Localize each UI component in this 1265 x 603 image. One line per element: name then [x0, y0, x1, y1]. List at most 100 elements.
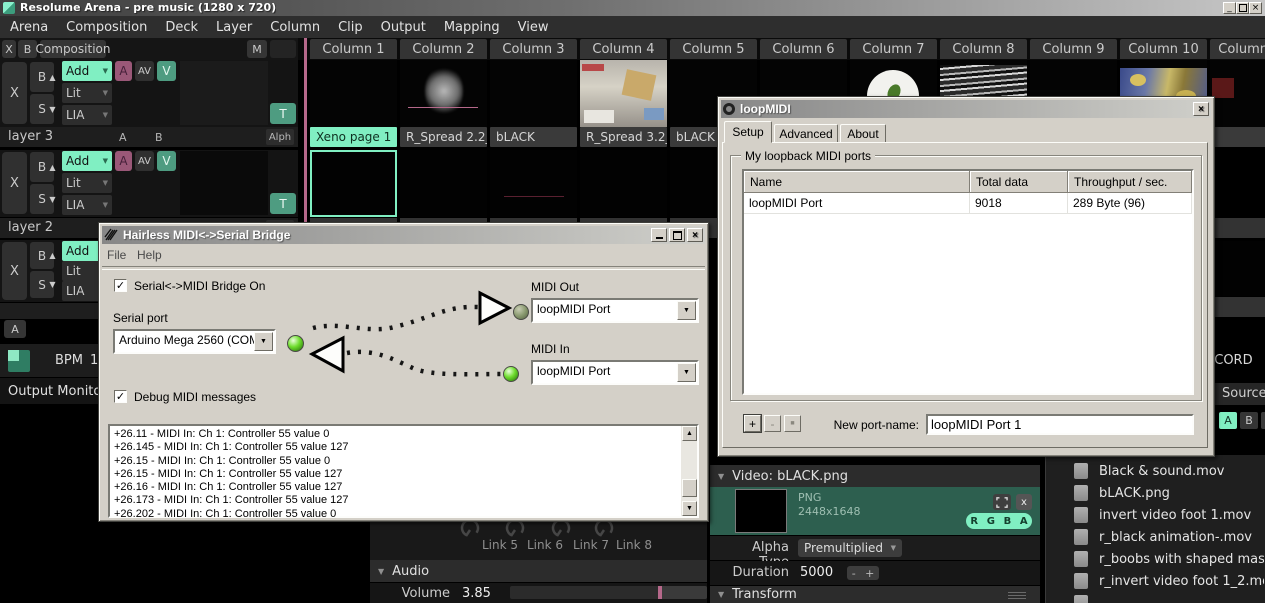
caret-down-icon[interactable]: ▼	[677, 363, 696, 382]
menu-composition[interactable]: Composition	[66, 20, 147, 35]
menu-column[interactable]: Column	[270, 20, 320, 35]
menu-file[interactable]: File	[107, 248, 126, 262]
clip-cell-label[interactable]: Xeno page 1	[310, 127, 397, 147]
menu-clip[interactable]: Clip	[338, 20, 363, 35]
column-header[interactable]: Column 1	[310, 39, 397, 59]
debug-log[interactable]: +26.11 - MIDI In: Ch 1: Controller 55 va…	[108, 424, 699, 518]
duration-value[interactable]: 5000	[800, 565, 833, 580]
bridge-on-checkbox[interactable]: ✓	[114, 279, 127, 292]
fullscreen-icon[interactable]	[993, 494, 1011, 510]
file-item[interactable]: Black & sound.mov	[1074, 460, 1264, 482]
close-x-button[interactable]: x	[1016, 494, 1032, 510]
clip-thumbnail[interactable]	[400, 60, 487, 127]
hairless-titlebar[interactable]: Hairless MIDI<->Serial Bridge ×	[102, 226, 705, 244]
minimize-icon[interactable]: _	[1223, 2, 1236, 14]
tab-advanced[interactable]: Advanced	[774, 124, 838, 143]
duration-stepper[interactable]: - +	[847, 566, 879, 580]
debug-checkbox[interactable]: ✓	[114, 390, 127, 403]
layer-x-button[interactable]: X	[2, 62, 27, 124]
rgba-channel-buttons[interactable]: R G B A	[966, 513, 1032, 529]
channel-b[interactable]: B	[1004, 516, 1012, 527]
clip-cell-label[interactable]	[1210, 127, 1265, 147]
clip-thumbnail[interactable]	[580, 60, 667, 127]
layer-x-button[interactable]: X	[2, 242, 27, 300]
volume-slider-handle[interactable]	[658, 586, 662, 599]
layer-lia-dropdown[interactable]: LIA▼	[62, 105, 112, 125]
alpha-type-dropdown[interactable]: Premultiplied ▼	[798, 539, 902, 557]
table-row[interactable]: loopMIDI Port 9018 289 Byte (96)	[744, 193, 1192, 214]
layer-transition-button[interactable]: T	[270, 103, 296, 124]
clip-cell-label[interactable]: R_Spread 2.2_bl...	[400, 127, 487, 147]
scroll-thumb[interactable]	[682, 479, 697, 497]
clip-cell-label[interactable]	[1210, 297, 1265, 317]
layer-blend-dropdown[interactable]: Add▼	[62, 61, 112, 81]
log-scrollbar[interactable]: ▲ ▼	[681, 426, 697, 516]
comp-x-button[interactable]: X	[2, 40, 16, 58]
file-item[interactable]: r_boobs with shaped mask_1.mov	[1074, 548, 1264, 570]
comp-m-button[interactable]: M	[247, 40, 267, 58]
column-header[interactable]: Column 2	[400, 39, 487, 59]
caret-down-icon[interactable]: ▼	[254, 332, 273, 351]
maximize-icon[interactable]	[669, 228, 685, 242]
layer-up-button[interactable]: ▲	[46, 62, 59, 92]
clip-thumbnail[interactable]	[310, 60, 397, 127]
file-item[interactable]	[1074, 592, 1264, 603]
column-header[interactable]: Column 9	[1030, 39, 1117, 59]
layer-transition-button[interactable]: T	[270, 193, 296, 214]
layer-a-button[interactable]: A	[115, 61, 132, 81]
menu-deck[interactable]: Deck	[165, 20, 198, 35]
crossfader-b-button[interactable]: B	[155, 131, 163, 144]
layer-av-button[interactable]: AV	[135, 61, 154, 81]
menu-output[interactable]: Output	[381, 20, 426, 35]
menu-layer[interactable]: Layer	[216, 20, 252, 35]
clip-slot[interactable]	[1210, 241, 1265, 296]
column-header[interactable]: Column 10	[1120, 39, 1207, 59]
col-throughput[interactable]: Throughput / sec.	[1068, 171, 1192, 193]
menu-help[interactable]: Help	[137, 248, 162, 262]
video-preview-thumbnail[interactable]	[735, 489, 787, 533]
channel-r[interactable]: R	[970, 516, 978, 527]
layer-down-button[interactable]: ▼	[46, 271, 59, 298]
clip-slot[interactable]	[400, 150, 487, 217]
midi-in-dropdown[interactable]: loopMIDI Port ▼	[531, 360, 699, 385]
add-port-button[interactable]: +	[744, 415, 761, 432]
clip-cell-label[interactable]: bLACK	[490, 127, 577, 147]
new-port-input[interactable]	[926, 414, 1194, 435]
tap-tempo-icon[interactable]	[8, 350, 30, 372]
column-header[interactable]: Column 8	[940, 39, 1027, 59]
sources-tab-a[interactable]: A	[1219, 412, 1237, 429]
caret-down-icon[interactable]: ▼	[677, 301, 696, 320]
loopmidi-titlebar[interactable]: loopMIDI ×	[721, 100, 1211, 118]
layer-x-button[interactable]: X	[2, 152, 27, 214]
composition-button[interactable]: Composition	[40, 40, 106, 58]
clip-thumbnail[interactable]	[490, 60, 577, 127]
plus-button[interactable]: +	[865, 567, 874, 580]
alpha-button[interactable]: Alph	[266, 129, 294, 145]
sources-tab-b[interactable]: B	[1240, 412, 1258, 429]
tab-setup[interactable]: Setup	[724, 121, 772, 143]
column-header[interactable]: Column 5	[670, 39, 757, 59]
sources-more-icon[interactable]	[1261, 412, 1265, 429]
transform-section-header[interactable]: ▼ Transform	[710, 586, 1040, 603]
layer-down-button[interactable]: ▼	[46, 94, 59, 124]
menu-view[interactable]: View	[518, 20, 549, 35]
menu-mapping[interactable]: Mapping	[444, 20, 500, 35]
video-section-header[interactable]: ▼ Video: bLACK.png	[710, 465, 1040, 487]
column-header[interactable]: Column 3	[490, 39, 577, 59]
layer-lit-dropdown[interactable]: Lit▼	[62, 83, 112, 103]
channel-g[interactable]: G	[987, 516, 995, 527]
layer-a-button[interactable]: A	[115, 151, 132, 171]
comp-b-button[interactable]: B	[18, 40, 37, 58]
scroll-down-icon[interactable]: ▼	[682, 501, 697, 516]
layer-v-button[interactable]: V	[157, 61, 176, 81]
clip-thumbnail[interactable]	[1210, 60, 1265, 127]
layer-blend-dropdown[interactable]: Add▼	[62, 151, 112, 171]
minimize-icon[interactable]	[651, 228, 667, 242]
clip-cell-label[interactable]: R_Spread 3.2_Lab	[580, 127, 667, 147]
column-header[interactable]: Column 4	[580, 39, 667, 59]
deck-a-button[interactable]: A	[4, 320, 26, 338]
menu-arena[interactable]: Arena	[10, 20, 48, 35]
close-icon[interactable]: ×	[1249, 2, 1262, 14]
col-name[interactable]: Name	[744, 171, 970, 193]
column-header[interactable]: Column 6	[760, 39, 847, 59]
